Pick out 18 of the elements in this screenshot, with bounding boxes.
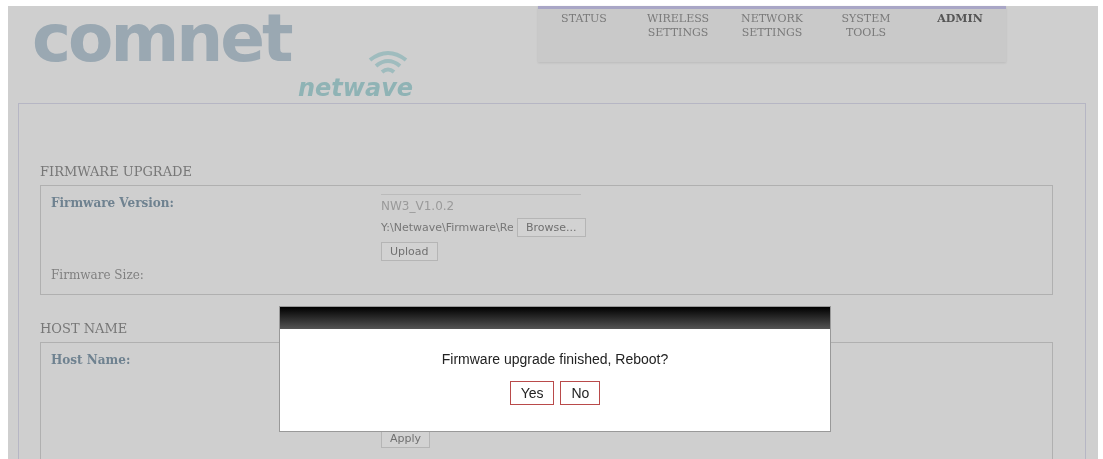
field-label: Host Name: [51,353,132,367]
file-field[interactable]: Y:\Netwave\Firmware\Re [381,220,513,234]
nav-tab[interactable]: STATUS [548,12,620,26]
dialog-button[interactable]: Yes [509,381,555,405]
nav-tab[interactable]: WIRELESS SETTINGS [642,12,714,40]
field-label: Firmware Size: [51,268,144,282]
field-label: Firmware Version: [51,196,175,210]
browse-button[interactable]: Browse... [517,217,586,237]
product-name: netwave [298,74,414,102]
section-title: FIRMWARE UPGRADE [40,164,193,179]
upload-button[interactable]: Upload [381,241,438,261]
nav-tab[interactable]: SYSTEM TOOLS [830,12,902,40]
dialog-message: Firmware upgrade finished, Reboot? [441,351,669,367]
nav-tab[interactable]: NETWORK SETTINGS [736,12,808,40]
nav-tab[interactable]: ADMIN [924,12,996,26]
wifi-icon [366,50,410,76]
section-title: HOST NAME [40,321,129,336]
dialog-button[interactable]: No [560,381,601,405]
